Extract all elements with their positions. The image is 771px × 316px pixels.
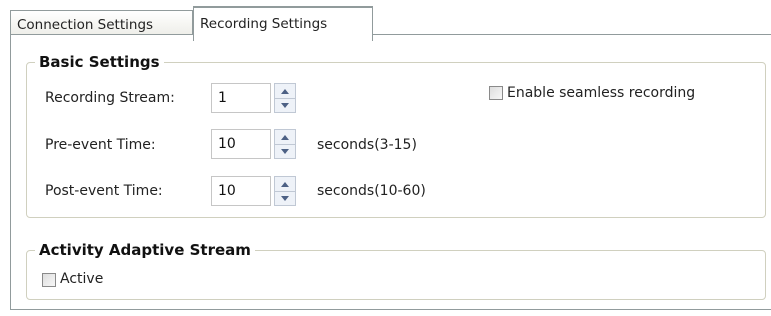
spin-up-icon[interactable] — [275, 130, 295, 145]
pre-event-time-input[interactable]: 10 — [211, 129, 271, 159]
recording-stream-spinner[interactable] — [274, 83, 296, 113]
pre-event-time-label: Pre-event Time: — [45, 137, 156, 153]
enable-seamless-label: Enable seamless recording — [507, 85, 696, 101]
spin-down-icon[interactable] — [275, 144, 295, 158]
active-label: Active — [60, 271, 104, 287]
spin-down-icon[interactable] — [275, 98, 295, 112]
post-event-time-spinner[interactable] — [274, 176, 296, 206]
pre-event-time-spinner[interactable] — [274, 129, 296, 159]
recording-stream-label: Recording Stream: — [45, 90, 175, 106]
tab-recording-settings[interactable]: Recording Settings — [193, 6, 373, 41]
activity-adaptive-stream-group: Activity Adaptive Stream — [26, 241, 766, 300]
basic-settings-title: Basic Settings — [35, 53, 164, 71]
post-event-time-input[interactable]: 10 — [211, 176, 271, 206]
spin-up-icon[interactable] — [275, 84, 295, 99]
active-checkbox[interactable] — [42, 273, 56, 287]
post-event-time-unit: seconds(10-60) — [317, 183, 426, 199]
activity-adaptive-stream-title: Activity Adaptive Stream — [35, 241, 255, 259]
enable-seamless-checkbox[interactable] — [489, 86, 503, 100]
panel-bottom-border — [10, 309, 771, 310]
spin-down-icon[interactable] — [275, 191, 295, 205]
post-event-time-label: Post-event Time: — [45, 183, 163, 199]
pre-event-time-unit: seconds(3-15) — [317, 137, 417, 153]
recording-stream-input[interactable]: 1 — [211, 83, 271, 113]
spin-up-icon[interactable] — [275, 177, 295, 192]
